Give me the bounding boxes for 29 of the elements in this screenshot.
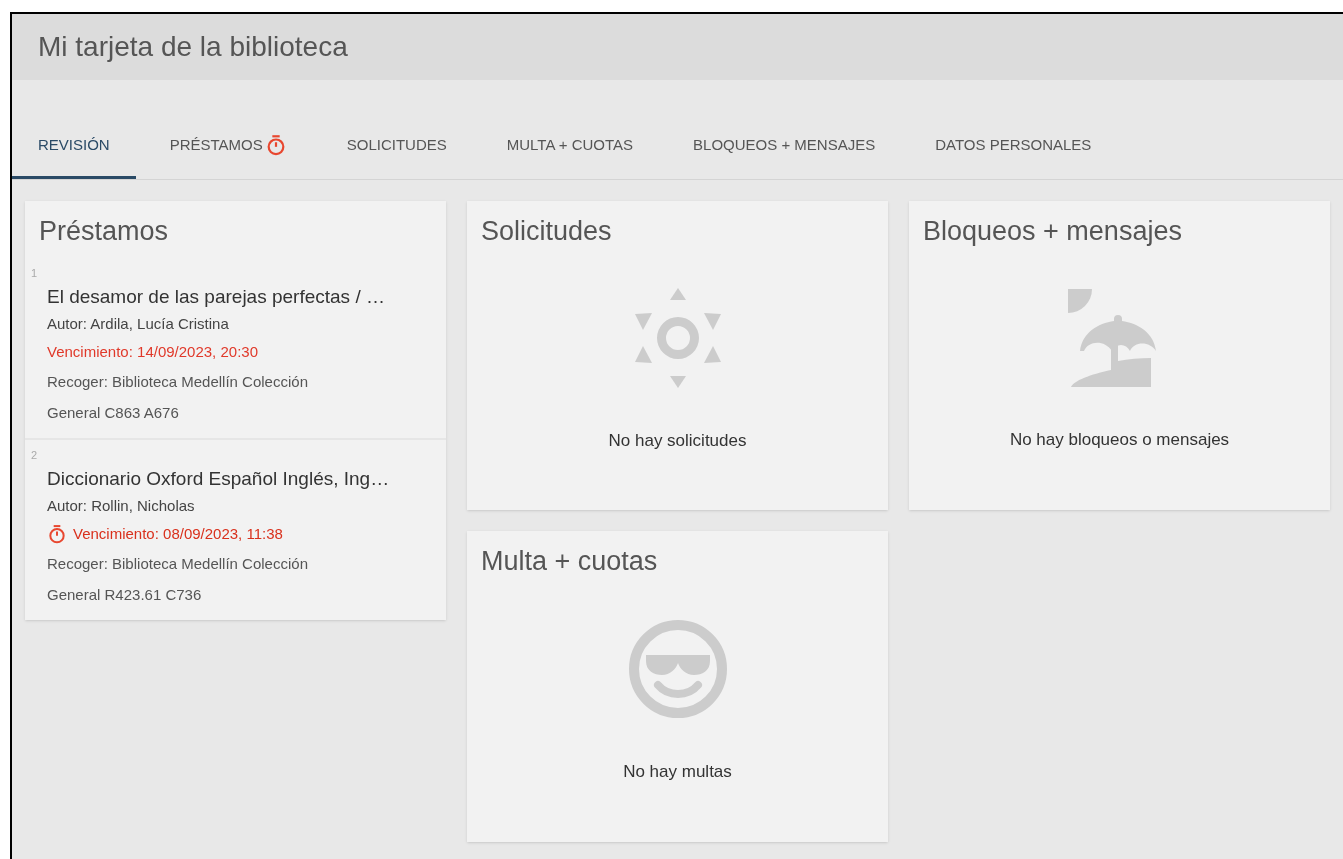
tab[interactable]: MULTA + CUOTAS: [480, 114, 660, 179]
tab[interactable]: BLOQUEOS + MENSAJES: [667, 114, 902, 179]
loan-title[interactable]: El desamor de las parejas perfectas / …: [47, 283, 440, 310]
loan-author: Autor: Rollin, Nicholas: [47, 495, 196, 516]
card-title: Solicitudes: [480, 215, 613, 248]
pickup-location: Recoger: Biblioteca Medellín Colección: [47, 553, 309, 574]
item-number: 2: [31, 448, 38, 461]
empty-message: No hay solicitudes: [608, 430, 747, 452]
card-title: Préstamos: [38, 215, 170, 248]
sun-icon: [634, 288, 721, 388]
tab[interactable]: DATOS PERSONALES: [909, 114, 1118, 179]
empty-message: No hay bloqueos o mensajes: [1009, 429, 1230, 451]
stopwatch-icon: [47, 523, 67, 544]
pickup-location: General R423.61 C736: [47, 584, 203, 605]
due-date: Vencimiento: 08/09/2023, 11:38: [73, 523, 283, 544]
pickup-location: Recoger: Biblioteca Medellín Colección: [47, 371, 309, 392]
tab[interactable]: REVISIÓN: [12, 114, 136, 179]
tab[interactable]: SOLICITUDES: [320, 114, 473, 179]
due-date: Vencimiento: 14/09/2023, 20:30: [47, 341, 258, 362]
sunglasses-smiley-icon: [627, 619, 728, 719]
page-title: Mi tarjeta de la biblioteca: [38, 30, 348, 64]
card-title: Multa + cuotas: [480, 545, 659, 578]
empty-message: No hay multas: [623, 761, 732, 783]
item-number: 1: [31, 266, 38, 279]
loan-author: Autor: Ardila, Lucía Cristina: [47, 313, 230, 334]
pickup-location: General C863 A676: [47, 402, 180, 423]
tab[interactable]: PRÉSTAMOS: [143, 114, 313, 179]
card-title: Bloqueos + mensajes: [922, 215, 1183, 248]
loan-title[interactable]: Diccionario Oxford Español Inglés, Ing…: [47, 465, 440, 492]
